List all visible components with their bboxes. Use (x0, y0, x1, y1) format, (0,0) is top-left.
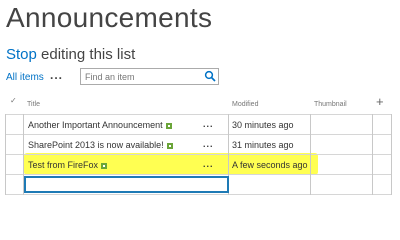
row-menu-ellipsis[interactable]: ... (203, 119, 214, 129)
new-item-icon (165, 122, 172, 129)
grid-line (5, 134, 392, 135)
grid-line (5, 174, 392, 175)
row-menu-ellipsis[interactable]: ... (203, 139, 214, 149)
row-title-link[interactable]: Test from FireFox (28, 160, 98, 170)
grid-line (372, 114, 373, 195)
new-item-icon (166, 142, 173, 149)
edit-mode-bar: Stop editing this list (6, 46, 135, 63)
new-item-title-cell[interactable] (24, 176, 229, 193)
column-header-title[interactable]: Title (27, 101, 40, 108)
grid-line (5, 114, 392, 115)
search-box (80, 68, 219, 85)
grid-line (391, 114, 392, 195)
table-row[interactable]: SharePoint 2013 is now available! (28, 140, 173, 150)
grid-line (5, 154, 392, 155)
stop-editing-link[interactable]: Stop (6, 46, 37, 63)
grid-line (5, 194, 392, 195)
select-all-checkmark-icon[interactable]: ✓ (10, 96, 17, 105)
column-header-thumbnail[interactable]: Thumbnail (314, 101, 347, 108)
search-icon[interactable] (204, 70, 216, 82)
add-column-button[interactable]: + (376, 94, 384, 109)
row-modified: A few seconds ago (232, 160, 308, 170)
edit-mode-text: editing this list (41, 46, 136, 63)
search-input[interactable] (85, 70, 203, 83)
row-title-link[interactable]: SharePoint 2013 is now available! (28, 140, 164, 150)
column-header-modified[interactable]: Modified (232, 101, 258, 108)
row-modified: 30 minutes ago (232, 120, 294, 130)
table-row[interactable]: Test from FireFox (28, 160, 108, 170)
new-item-icon (101, 162, 108, 169)
grid-line (5, 114, 6, 195)
row-title-link[interactable]: Another Important Announcement (28, 120, 163, 130)
view-menu-ellipsis[interactable]: ... (50, 68, 63, 82)
table-row[interactable]: Another Important Announcement (28, 120, 172, 130)
page-title: Announcements (6, 2, 213, 33)
row-menu-ellipsis[interactable]: ... (203, 159, 214, 169)
view-selector-all-items[interactable]: All items (6, 72, 44, 83)
row-modified: 31 minutes ago (232, 140, 294, 150)
grid-line (310, 114, 311, 195)
